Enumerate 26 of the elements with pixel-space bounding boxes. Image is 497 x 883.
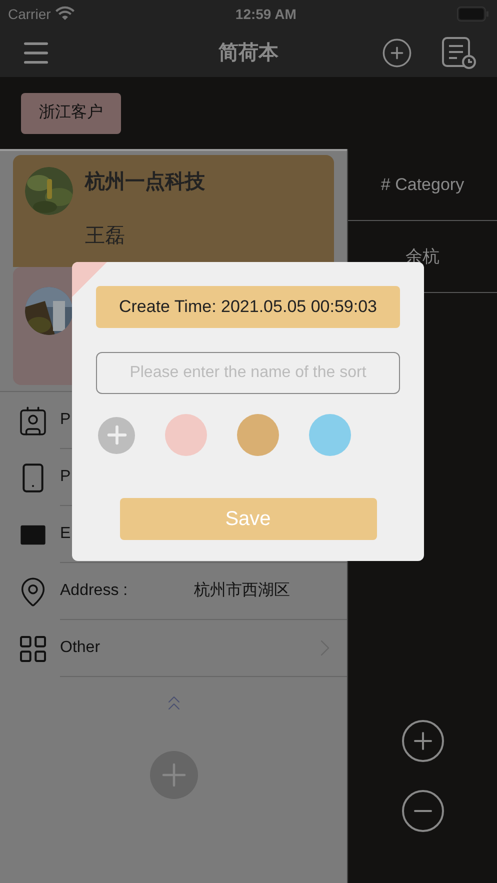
color-swatch[interactable]: [165, 414, 207, 456]
field-label: Other: [60, 638, 102, 658]
create-time-label: Create Time: 2021.05.05 00:59:03: [96, 286, 400, 328]
field-label: P: [60, 467, 72, 487]
carrier-label: Carrier: [8, 4, 51, 24]
add-color-button[interactable]: [98, 416, 135, 454]
wifi-icon: [54, 6, 75, 22]
company-name: 杭州一点科技: [85, 170, 205, 195]
corner-ribbon-drawing: [72, 262, 107, 297]
clock-time: 12:59 AM: [235, 4, 296, 24]
document-clock-icon[interactable]: [441, 34, 477, 70]
add-icon[interactable]: [381, 36, 413, 68]
field-label: Address :: [60, 581, 129, 601]
contact-card-icon: [17, 404, 49, 436]
contact-name: 王磊: [85, 224, 126, 249]
category-item[interactable]: # Category: [348, 149, 497, 221]
field-label: E: [60, 524, 72, 544]
battery-icon: [456, 6, 489, 22]
field-label: P: [60, 410, 72, 430]
tag-button[interactable]: 浙江客户: [21, 92, 121, 134]
color-swatch[interactable]: [309, 414, 351, 456]
app-title: 简荷本: [218, 40, 278, 66]
add-contact-button[interactable]: [150, 751, 198, 799]
field-value: 杭州市西湖区: [194, 580, 290, 601]
contact-card[interactable]: 杭州一点科技 王磊: [13, 155, 334, 267]
color-swatch[interactable]: [237, 414, 279, 456]
